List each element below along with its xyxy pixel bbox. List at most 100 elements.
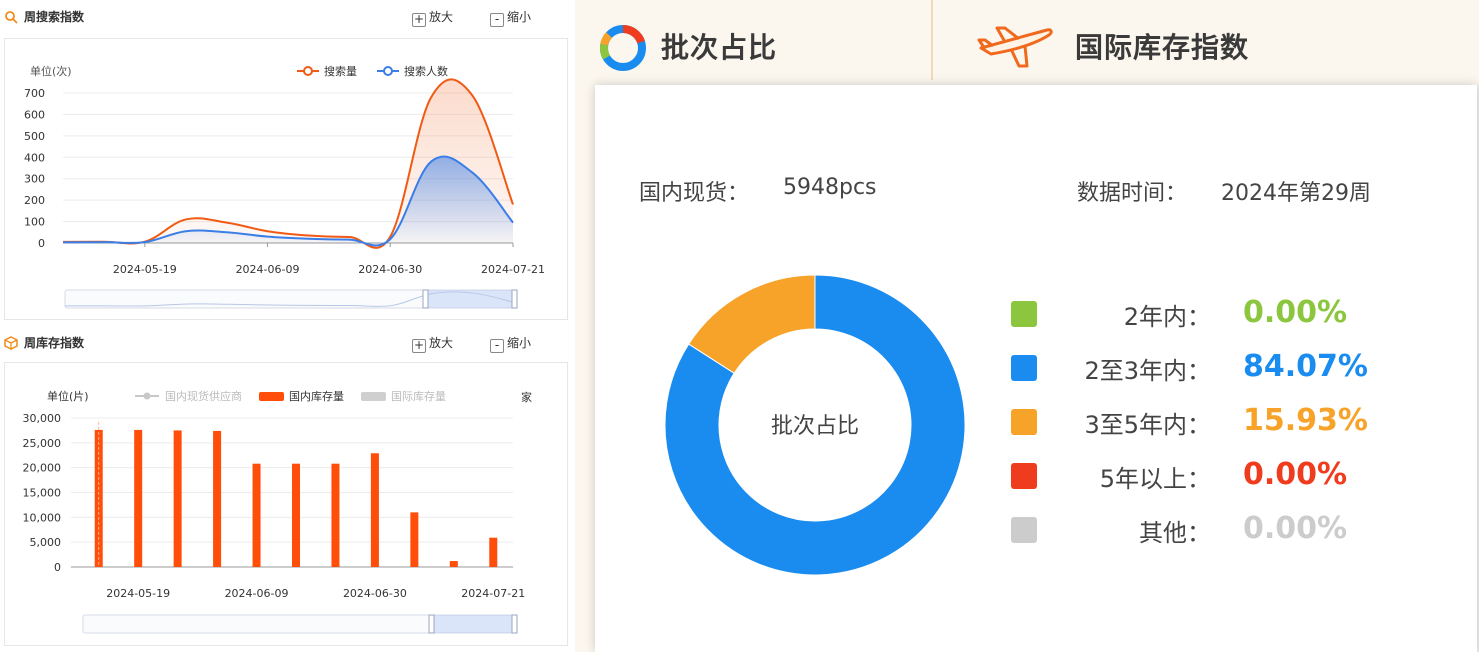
search-zoom-out-button[interactable]: - 缩小 <box>490 9 531 27</box>
y-tick-label: 25,000 <box>23 437 62 450</box>
batch-ratio-donut: 批次占比 <box>664 275 966 576</box>
x-tick-label: 2024-05-19 <box>106 587 170 600</box>
y-tick-label: 0 <box>38 237 45 250</box>
legend-swatch <box>1011 301 1037 327</box>
tab-intl-stock-label: 国际库存指数 <box>1075 31 1250 64</box>
data-time-label: 数据时间： <box>1077 181 1188 206</box>
zoom-slider-window[interactable] <box>431 615 515 633</box>
stock-index-chart: 单位(片) 0 5,000 10,000 15,000 20,000 25,000 30,00… <box>23 389 532 634</box>
zoom-slider-handle-right[interactable] <box>511 289 518 309</box>
legend-swatch <box>1011 463 1037 489</box>
legend-value: 0.00% <box>1243 511 1348 546</box>
y-tick-label: 400 <box>24 151 45 164</box>
legend-label-0: 国内现货供应商 <box>165 389 242 403</box>
bar[interactable] <box>213 430 222 567</box>
plus-icon: + <box>412 12 426 27</box>
x-tick-label: 2024-06-30 <box>358 263 422 276</box>
legend-label-1: 搜索人数 <box>404 64 448 78</box>
legend-swatch <box>1011 517 1037 543</box>
y-tick-label: 20,000 <box>23 462 62 475</box>
search-icon <box>5 11 18 24</box>
legend-row: 3至5年内： 15.93% <box>1011 403 1411 439</box>
domestic-stock-label: 国内现货： <box>639 181 750 206</box>
y-tick-label: 100 <box>24 216 45 229</box>
left-column: 周搜索指数 + 放大 - 缩小 单位(次) 0 100 200 300 400 500 600 70… <box>0 0 575 652</box>
legend-label: 3至5年内： <box>1084 411 1211 439</box>
legend-marker-supplier <box>143 392 151 400</box>
bar[interactable] <box>410 512 419 567</box>
right-axis-unit-label: 家 <box>521 390 532 404</box>
search-index-title: 周搜索指数 <box>24 10 85 24</box>
right-area: 批次占比 国际库存指数 国内现货： 5948pcs 数据时间： 2024年第29… <box>575 0 1479 652</box>
bar[interactable] <box>370 453 379 567</box>
y-tick-label: 500 <box>24 130 45 143</box>
stock-zoom-in-button[interactable]: + 放大 <box>412 335 453 353</box>
search-zoom-in-button[interactable]: + 放大 <box>412 9 453 27</box>
legend-label-1: 国内库存量 <box>289 389 344 403</box>
legend-label: 5年以上： <box>1099 465 1211 493</box>
batch-ratio-card: 国内现货： 5948pcs 数据时间： 2024年第29周 批次占比 2年内： 0… <box>595 85 1477 652</box>
x-tick-label: 2024-07-21 <box>481 263 545 276</box>
series-area-1 <box>63 156 513 246</box>
legend-label-2: 国际库存量 <box>391 389 446 403</box>
bar[interactable] <box>331 463 340 567</box>
search-index-chart: 单位(次) 0 100 200 300 400 500 600 700 2024-05-19 202… <box>24 64 545 309</box>
bar[interactable] <box>489 537 498 567</box>
legend-label: 2至3年内： <box>1084 357 1211 385</box>
y-tick-label: 200 <box>24 194 45 207</box>
donut-chart-icon <box>599 24 646 71</box>
bar[interactable] <box>449 561 458 567</box>
tab-batch-label: 批次占比 <box>661 31 778 64</box>
minus-icon: - <box>490 339 504 353</box>
y-tick-label: 700 <box>24 87 45 100</box>
zoom-slider-handle-right[interactable] <box>511 614 518 634</box>
legend-row: 其他： 0.00% <box>1011 511 1411 547</box>
minus-icon: - <box>490 13 504 27</box>
stock-index-header: 周库存指数 + 放大 - 缩小 <box>0 330 575 356</box>
stock-index-title: 周库存指数 <box>24 336 85 350</box>
y-axis-unit-label: 单位(片) <box>47 389 89 403</box>
legend-row: 2年内： 0.00% <box>1011 295 1411 331</box>
legend-marker-1 <box>383 66 393 76</box>
box-icon <box>4 336 18 350</box>
legend-swatch <box>1011 355 1037 381</box>
x-tick-label: 2024-06-09 <box>225 587 289 600</box>
data-time-value: 2024年第29周 <box>1221 181 1371 206</box>
stock-zoom-out-button[interactable]: - 缩小 <box>490 335 531 353</box>
legend-marker-0 <box>303 66 313 76</box>
y-tick-label: 10,000 <box>23 511 62 524</box>
x-tick-label: 2024-06-30 <box>343 587 407 600</box>
legend-label: 其他： <box>1139 519 1211 547</box>
domestic-stock-value: 5948pcs <box>783 175 877 200</box>
y-tick-label: 5,000 <box>30 536 62 549</box>
legend-swatch-2 <box>361 392 386 401</box>
y-tick-label: 600 <box>24 108 45 121</box>
tab-batch[interactable]: 批次占比 <box>575 0 931 90</box>
legend-value: 84.07% <box>1243 349 1368 384</box>
x-tick-label: 2024-07-21 <box>461 587 525 600</box>
legend-label: 2年内： <box>1123 303 1211 331</box>
zoom-slider-handle-left[interactable] <box>428 614 435 634</box>
legend-value: 0.00% <box>1243 295 1348 330</box>
legend-row: 2至3年内： 84.07% <box>1011 349 1411 385</box>
zoom-slider-handle-left[interactable] <box>422 289 429 309</box>
plus-icon: + <box>412 338 426 353</box>
bar[interactable] <box>173 430 182 567</box>
legend-swatch <box>1011 409 1037 435</box>
legend-swatch-1 <box>259 392 284 401</box>
legend-value: 0.00% <box>1243 457 1348 492</box>
donut-center-label: 批次占比 <box>771 414 859 439</box>
bar[interactable] <box>134 429 143 567</box>
search-chart-panel: 单位(次) 0 100 200 300 400 500 600 700 2024-05-19 202… <box>4 38 568 320</box>
legend-row: 5年以上： 0.00% <box>1011 457 1411 493</box>
bar[interactable] <box>292 463 300 567</box>
bar[interactable] <box>252 463 261 567</box>
stock-chart-panel: 单位(片) 0 5,000 10,000 15,000 20,000 25,000 30,00… <box>4 362 568 646</box>
y-tick-label: 30,000 <box>23 412 62 425</box>
legend-label-0: 搜索量 <box>324 64 357 78</box>
x-tick-label: 2024-05-19 <box>113 263 177 276</box>
airplane-icon <box>977 26 1053 68</box>
legend-value: 15.93% <box>1243 403 1368 438</box>
tab-intl-stock[interactable]: 国际库存指数 <box>933 0 1479 90</box>
y-axis-unit-label: 单位(次) <box>30 64 72 78</box>
